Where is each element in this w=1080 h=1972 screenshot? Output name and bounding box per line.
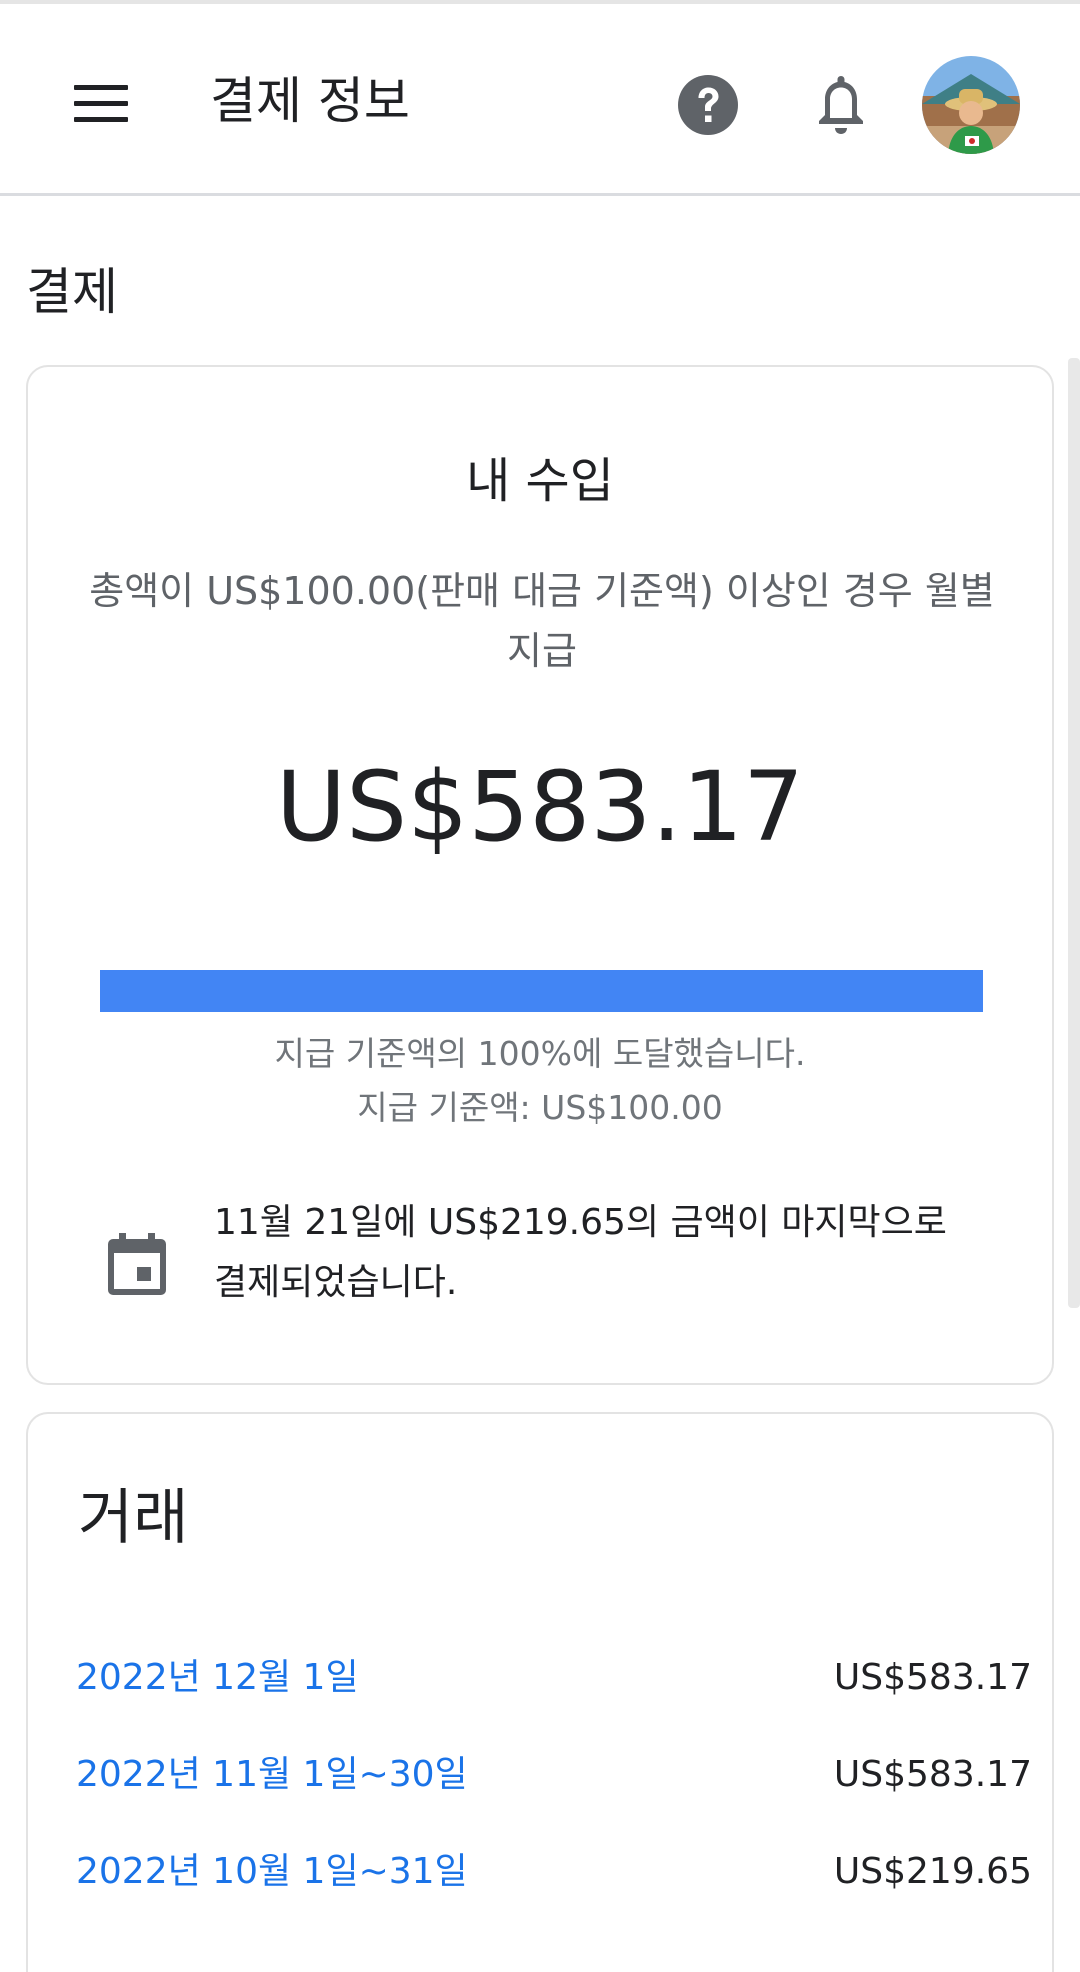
- avatar-image: [922, 56, 1020, 154]
- threshold-progress-bar: [100, 970, 983, 1012]
- progress-message: 지급 기준액의 100%에 도달했습니다.: [274, 1034, 806, 1073]
- help-button[interactable]: [677, 74, 739, 136]
- page-title: 결제 정보: [210, 72, 410, 130]
- progress-status: 지급 기준액의 100%에 도달했습니다. 지급 기준액: US$100.00: [28, 1027, 1052, 1135]
- bell-icon: [819, 76, 863, 134]
- last-payment-text: 11월 21일에 US$219.65의 금액이 마지막으로 결제되었습니다.: [214, 1202, 947, 1303]
- earnings-title: 내 수입: [466, 453, 614, 509]
- transaction-amount: US$219.65: [833, 1851, 1032, 1892]
- transactions-card: 거래 2022년 12월 1일 US$583.17 2022년 11월 1일~3…: [26, 1412, 1054, 1972]
- transaction-row[interactable]: 2022년 12월 1일 US$583.17: [76, 1644, 1032, 1712]
- transaction-row[interactable]: 2022년 10월 1일~31일 US$219.65: [76, 1838, 1032, 1906]
- app-bar: 결제 정보: [0, 4, 1080, 196]
- transaction-row[interactable]: 2022년 11월 1일~30일 US$583.17: [76, 1741, 1032, 1809]
- earnings-amount: US$583.17: [275, 751, 805, 863]
- transaction-amount: US$583.17: [833, 1754, 1032, 1795]
- calendar-icon: [108, 1233, 166, 1295]
- transaction-date-link[interactable]: 2022년 12월 1일: [76, 1644, 359, 1712]
- transaction-date-link[interactable]: 2022년 11월 1일~30일: [76, 1741, 468, 1809]
- transactions-title: 거래: [78, 1483, 189, 1553]
- notifications-button[interactable]: [808, 70, 874, 140]
- user-avatar[interactable]: [922, 56, 1020, 154]
- section-title: 결제: [26, 263, 118, 321]
- transaction-amount: US$583.17: [833, 1657, 1032, 1698]
- earnings-card: 내 수입 총액이 US$100.00(판매 대금 기준액) 이상인 경우 월별 …: [26, 365, 1054, 1385]
- hamburger-menu-icon: [74, 85, 128, 90]
- payment-schedule-text: 총액이 US$100.00(판매 대금 기준액) 이상인 경우 월별 지급: [89, 569, 995, 673]
- scrollbar[interactable]: [1068, 358, 1080, 1308]
- menu-button[interactable]: [68, 74, 138, 134]
- transaction-date-link[interactable]: 2022년 10월 1일~31일: [76, 1838, 468, 1906]
- threshold-progress-fill: [100, 970, 983, 1012]
- threshold-text: 지급 기준액: US$100.00: [357, 1088, 723, 1127]
- help-circle-icon: [678, 75, 738, 135]
